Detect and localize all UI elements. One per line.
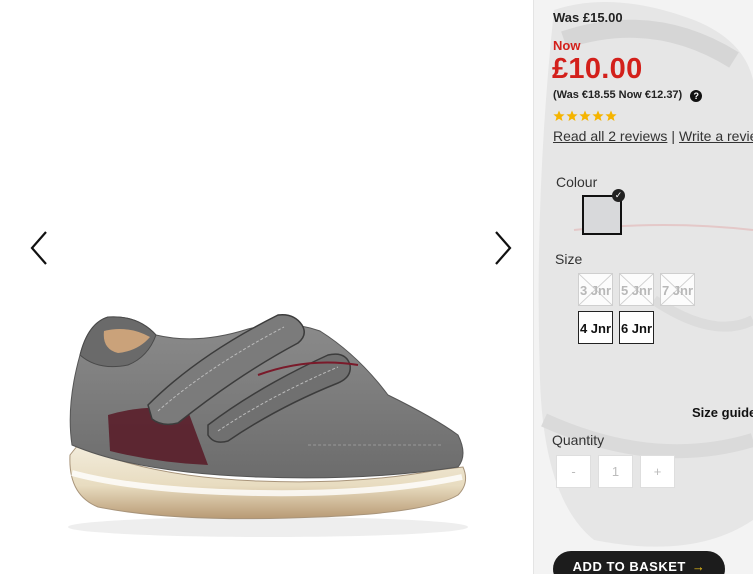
size-option-label: 3 Jnr [579, 283, 612, 298]
now-price: £10.00 [552, 53, 643, 85]
size-guide-link[interactable]: Size guide [692, 405, 753, 420]
product-gallery [0, 0, 533, 574]
size-option-label: 5 Jnr [620, 283, 653, 298]
star-rating [553, 109, 618, 121]
euro-price-line: (Was €18.55 Now €12.37) ? [553, 89, 703, 102]
quantity-label: Quantity [552, 432, 605, 448]
write-review-link[interactable]: Write a review [679, 128, 753, 144]
chevron-left-icon[interactable] [26, 228, 56, 268]
now-label: Now [553, 38, 581, 53]
euro-price-text: (Was €18.55 Now €12.37) [553, 89, 683, 101]
size-option-label: 4 Jnr [579, 321, 612, 336]
star-icon [566, 110, 578, 121]
add-to-basket-button[interactable]: ADD TO BASKET → [553, 551, 725, 574]
quantity-input[interactable] [598, 455, 633, 488]
size-option-6-jnr[interactable]: 6 Jnr [619, 311, 654, 344]
star-icon [579, 110, 591, 121]
star-icon [592, 110, 604, 121]
size-option-3-jnr[interactable]: 3 Jnr [578, 273, 613, 306]
shoe-product-image[interactable] [58, 295, 478, 545]
reviews-links: Read all 2 reviews|Write a review [553, 128, 753, 144]
star-icon [605, 110, 617, 121]
size-option-label: 6 Jnr [620, 321, 653, 336]
read-reviews-link[interactable]: Read all 2 reviews [553, 128, 667, 144]
product-details-panel: Was £15.00 Now £10.00 (Was €18.55 Now €1… [534, 0, 753, 574]
check-icon: ✓ [612, 189, 625, 202]
star-icon [553, 110, 565, 121]
arrow-right-icon: → [691, 559, 706, 574]
quantity-decrease-button[interactable]: - [556, 455, 591, 488]
size-label: Size [555, 251, 583, 267]
quantity-increase-button[interactable]: + [640, 455, 675, 488]
was-price: Was £15.00 [553, 10, 623, 25]
size-option-5-jnr[interactable]: 5 Jnr [619, 273, 654, 306]
size-option-4-jnr[interactable]: 4 Jnr [578, 311, 613, 344]
help-icon[interactable]: ? [690, 90, 703, 102]
size-option-7-jnr[interactable]: 7 Jnr [660, 273, 695, 306]
colour-label: Colour [556, 174, 598, 190]
add-to-basket-label: ADD TO BASKET [572, 559, 686, 574]
reviews-separator: | [671, 128, 676, 144]
size-option-label: 7 Jnr [661, 283, 694, 298]
chevron-right-icon[interactable] [488, 228, 518, 268]
